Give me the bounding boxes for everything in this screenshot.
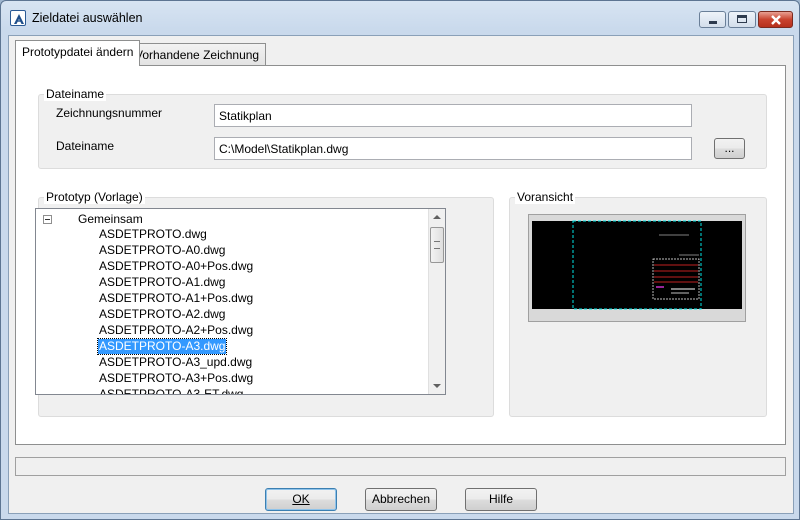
scroll-up-icon[interactable]	[433, 215, 441, 219]
filename-input[interactable]: C:\Model\Statikplan.dwg	[214, 137, 692, 160]
tree-item[interactable]: ASDETPROTO-A3+Pos.dwg	[98, 371, 254, 386]
tree-item[interactable]: ASDETPROTO-A2+Pos.dwg	[98, 323, 254, 338]
help-button-label: Hilfe	[488, 492, 513, 506]
tab-prototypdatei-aendern[interactable]: Prototypdatei ändern	[15, 40, 141, 66]
window-title: Zieldatei auswählen	[32, 11, 143, 25]
ok-button[interactable]: OK	[265, 488, 337, 511]
tree-item[interactable]: ASDETPROTO-A0+Pos.dwg	[98, 259, 254, 274]
minimize-icon	[709, 21, 717, 24]
tree-item[interactable]: ASDETPROTO-A3_upd.dwg	[98, 355, 253, 370]
browse-button[interactable]: ...	[714, 138, 745, 159]
cancel-button-label: Abbrechen	[371, 492, 431, 506]
close-button[interactable]	[758, 11, 793, 28]
tree-item[interactable]: ASDETPROTO-A3-ET.dwg	[98, 387, 244, 394]
collapse-toggle-icon[interactable]	[43, 215, 52, 224]
tree-item-selected[interactable]: ASDETPROTO-A3.dwg	[96, 338, 228, 355]
scroll-thumb[interactable]	[430, 227, 444, 263]
tree-item[interactable]: ASDETPROTO-A2.dwg	[98, 307, 226, 322]
title-bar[interactable]: Zieldatei auswählen	[1, 1, 799, 35]
scroll-down-icon[interactable]	[433, 384, 441, 388]
status-bar	[15, 457, 786, 476]
ok-button-label: OK	[292, 492, 310, 506]
prototype-tree[interactable]: Gemeinsam ASDETPROTO.dwg ASDETPROTO-A0.d…	[35, 208, 446, 395]
dialog-client-area: Prototypdatei ändern Vorhandene Zeichnun…	[8, 35, 794, 514]
tree-item[interactable]: ASDETPROTO.dwg	[98, 227, 208, 242]
cancel-button[interactable]: Abbrechen	[365, 488, 437, 511]
tab-vorhandene-zeichnung[interactable]: Vorhandene Zeichnung	[128, 43, 267, 65]
autocad-a-icon	[10, 10, 26, 26]
close-icon	[771, 15, 781, 25]
help-button[interactable]: Hilfe	[465, 488, 537, 511]
maximize-icon	[737, 15, 747, 23]
prototype-group-label: Prototyp (Vorlage)	[44, 190, 145, 204]
drawing-number-input[interactable]: Statikplan	[214, 104, 692, 127]
preview-frame	[528, 214, 746, 322]
tree-scrollbar[interactable]	[428, 209, 445, 394]
tree-item[interactable]: ASDETPROTO-A0.dwg	[98, 243, 226, 258]
tree-node-gemeinsam[interactable]: Gemeinsam	[78, 212, 143, 226]
drawing-number-label: Zeichnungsnummer	[56, 106, 163, 120]
preview-group-label: Voransicht	[515, 190, 576, 204]
minimize-button[interactable]	[699, 11, 726, 28]
filename-label: Dateiname	[56, 139, 115, 153]
maximize-button[interactable]	[728, 11, 756, 28]
tab-panel: Dateiname Zeichnungsnummer Statikplan Da…	[15, 65, 786, 445]
tree-item[interactable]: ASDETPROTO-A1.dwg	[98, 275, 226, 290]
dialog-window: Zieldatei auswählen Prototypdatei ändern…	[0, 0, 800, 520]
preview-image	[532, 220, 742, 310]
tree-item[interactable]: ASDETPROTO-A1+Pos.dwg	[98, 291, 254, 306]
dateiname-group-label: Dateiname	[44, 87, 107, 101]
